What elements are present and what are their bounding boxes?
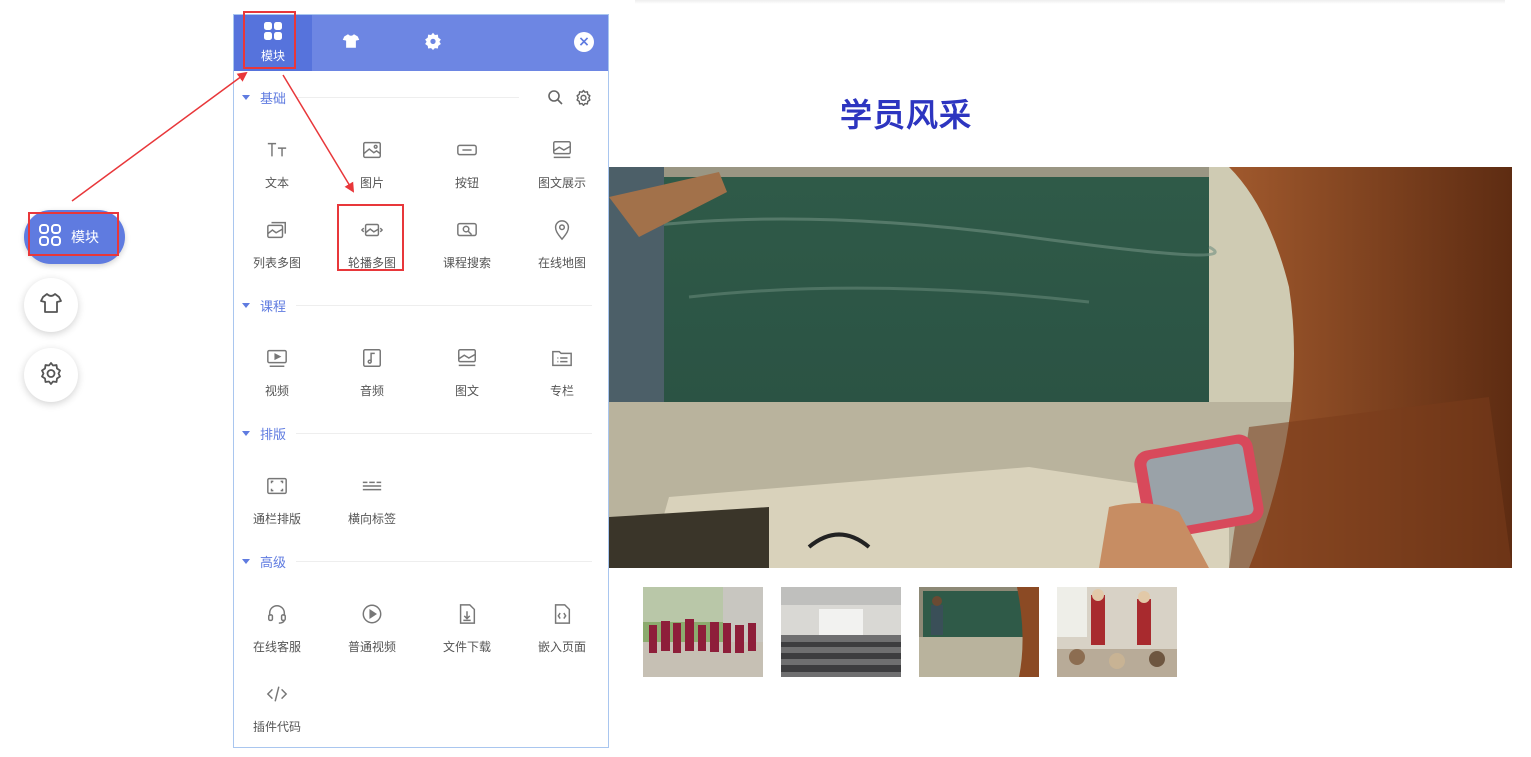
annotation-arrows: [71, 71, 355, 202]
arrow-to-carousel-item: [282, 74, 355, 193]
arrow-to-modules-tab: [71, 71, 248, 202]
